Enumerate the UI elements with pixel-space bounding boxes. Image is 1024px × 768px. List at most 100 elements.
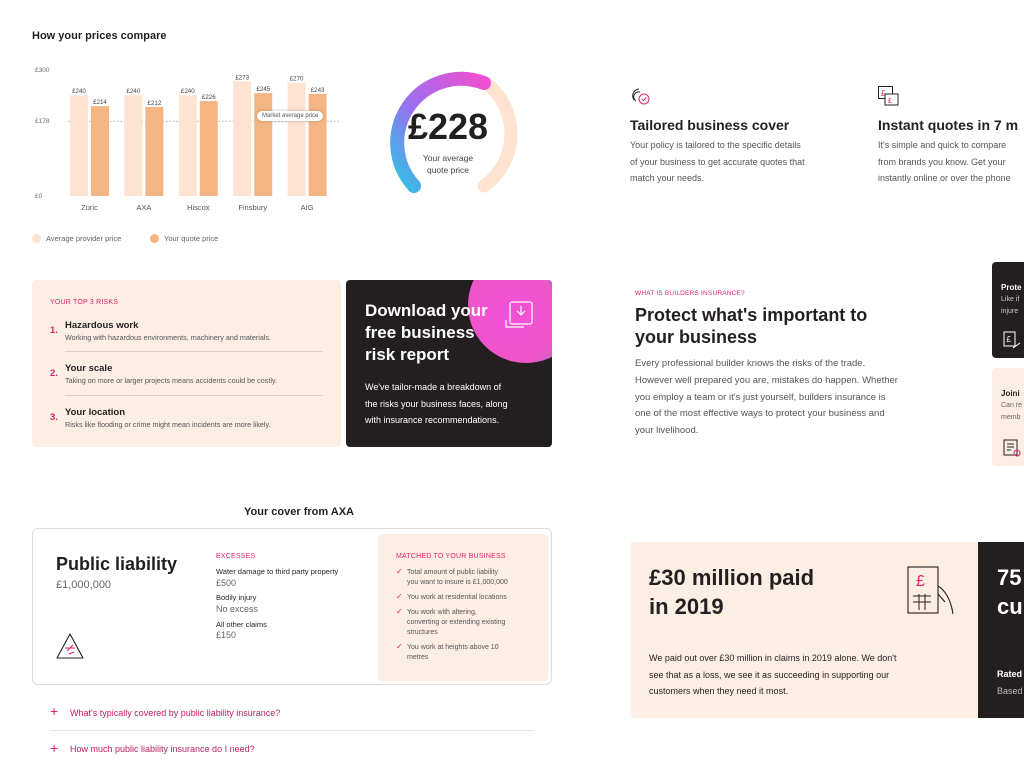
instant-quote-icon: £ £ xyxy=(878,86,899,106)
edge-card-protect[interactable]: Prote Like if injure £ xyxy=(992,262,1024,358)
builders-text-2: However well prepared you are, mistakes … xyxy=(635,375,898,386)
document-hand-icon: £ xyxy=(1003,331,1021,349)
risk-desc: Risks like flooding or crime might mean … xyxy=(65,420,271,429)
top-risks-panel: YOUR TOP 3 RISKS 1. Hazardous work Worki… xyxy=(32,280,341,447)
market-average-label: Market average price xyxy=(257,111,324,121)
matched-label: MATCHED TO YOUR BUSINESS xyxy=(396,553,506,560)
risk-number: 2. xyxy=(50,368,58,379)
gauge-price: £228 xyxy=(407,106,489,147)
edge-card-text-2: memb xyxy=(1001,414,1021,421)
matched-item: You work at residential locations xyxy=(407,594,507,601)
excess-label: All other claims xyxy=(216,620,267,629)
bar-value-label: £240 xyxy=(181,88,195,95)
download-icon[interactable] xyxy=(504,300,534,328)
svg-text:£: £ xyxy=(888,98,892,105)
bar-value-label: £226 xyxy=(202,94,216,101)
check-icon: ✓ xyxy=(396,642,403,651)
risk-desc: Working with hazardous environments, mac… xyxy=(65,333,272,342)
builders-eyebrow: WHAT IS BUILDERS INSURANCE? xyxy=(635,290,745,297)
plus-icon[interactable]: + xyxy=(50,703,58,719)
bar-average xyxy=(178,95,197,196)
excess-label: Water damage to third party property xyxy=(216,567,339,576)
bar-quote xyxy=(145,106,164,196)
matched-item: converting or extending existing xyxy=(407,619,506,626)
svg-text:£: £ xyxy=(916,573,925,590)
svg-text:£: £ xyxy=(1007,335,1012,344)
feature-text-1: Your policy is tailored to the specific … xyxy=(630,140,801,150)
y-tick-label: £0 xyxy=(35,193,43,200)
cover-heading: Your cover from AXA xyxy=(243,506,355,518)
feature-text-3: instantly online or over the phone xyxy=(878,173,1011,183)
rating-based: Based xyxy=(997,686,1023,696)
download-title-1: Download your xyxy=(365,301,488,320)
tailored-cover-icon xyxy=(632,88,650,105)
chart-svg: £0 £178 £300 £240 £214 Zuric £240 £212 AXA £240 £2… xyxy=(35,67,340,212)
builders-title-2: your business xyxy=(635,327,758,347)
bar-value-label: £212 xyxy=(148,100,162,107)
feature-text-2: from brands you know. Get your xyxy=(878,156,1006,167)
public-liability-card: Public liability £1,000,000 EXCESSES Wat… xyxy=(32,528,552,685)
bar-quote xyxy=(91,106,109,196)
bar-quote xyxy=(254,93,273,196)
claims-title-2: in 2019 xyxy=(649,594,724,619)
bar-quote xyxy=(308,93,327,196)
bar-value-label: £270 xyxy=(290,76,304,83)
category-label: Finsbury xyxy=(238,203,267,212)
download-title-3: risk report xyxy=(365,345,450,364)
bar-average xyxy=(124,95,143,196)
legend-quote-label: Your quote price xyxy=(164,234,219,243)
risk-desc: Taking on more or larger projects means … xyxy=(65,376,277,385)
y-tick-label: £300 xyxy=(35,67,50,74)
legend-average: Average provider price xyxy=(32,234,121,243)
rating-rated: Rated xyxy=(997,669,1023,679)
bar-value-label: £245 xyxy=(256,86,270,93)
y-tick-label: £178 xyxy=(35,118,50,125)
excess-value: £500 xyxy=(216,578,237,588)
download-text-2: the risks your business faces, along xyxy=(365,398,508,409)
faq-question[interactable]: What's typically covered by public liabi… xyxy=(70,708,280,718)
faq-item[interactable]: + What's typically covered by public lia… xyxy=(50,700,534,731)
faq-question[interactable]: How much public liability insurance do I… xyxy=(70,744,255,754)
certificate-icon xyxy=(1003,439,1021,457)
check-icon: ✓ xyxy=(396,607,403,616)
risk-number: 3. xyxy=(50,412,58,423)
matched-item: Total amount of public liability xyxy=(407,569,499,576)
hazard-warning-icon xyxy=(56,633,84,659)
feature-text-2: of your business to get accurate quotes … xyxy=(630,156,805,167)
feature-text-3: match your needs. xyxy=(630,173,705,183)
risk-divider xyxy=(65,395,323,396)
builders-text-5: your livelihood. xyxy=(635,425,699,436)
cover-title: Public liability xyxy=(56,554,178,574)
risk-title: Your location xyxy=(65,407,125,418)
builders-text-3: you employ a team or it's just yourself,… xyxy=(635,391,886,403)
plus-icon[interactable]: + xyxy=(50,740,58,756)
download-text-1: We've tailor-made a breakdown of xyxy=(365,382,502,392)
excess-label: Bodily injury xyxy=(216,593,257,602)
legend-quote: Your quote price xyxy=(150,234,218,243)
builders-text-4: one of the most effective ways to protec… xyxy=(635,408,885,419)
legend-average-label: Average provider price xyxy=(46,234,122,243)
category-label: AIG xyxy=(301,203,314,212)
excess-value: No excess xyxy=(216,604,259,614)
risk-number: 1. xyxy=(50,325,58,336)
gauge-caption-1: Your average xyxy=(422,153,474,163)
edge-card-text-1: Can re xyxy=(1001,402,1023,409)
claims-text-1: We paid out over £30 million in claims i… xyxy=(649,653,897,663)
edge-card-joining[interactable]: Joini Can re memb xyxy=(992,368,1024,466)
edge-card-title: Joini xyxy=(1001,389,1020,398)
bar-value-label: £240 xyxy=(127,88,141,95)
claims-panel: £30 million paid in 2019 £ We paid out o… xyxy=(631,542,981,718)
chart-title: How your prices compare xyxy=(32,30,167,42)
legend-average-swatch xyxy=(32,234,41,243)
edge-card-text-2: injure xyxy=(1001,308,1019,315)
bar-value-label: £273 xyxy=(235,74,249,81)
bar-value-label: £240 xyxy=(72,88,86,95)
download-report-card[interactable]: Download your free business risk report … xyxy=(346,280,552,447)
rating-big-2: cu xyxy=(997,594,1023,619)
bar-value-label: £243 xyxy=(311,87,325,94)
bar-quote xyxy=(199,101,218,196)
builders-text-1: Every professional builder knows the ris… xyxy=(635,358,866,369)
faq-item[interactable]: + How much public liability insurance do… xyxy=(50,737,534,765)
builders-title-1: Protect what's important to xyxy=(635,305,868,325)
matched-item: You work at heights above 10 xyxy=(407,644,499,651)
